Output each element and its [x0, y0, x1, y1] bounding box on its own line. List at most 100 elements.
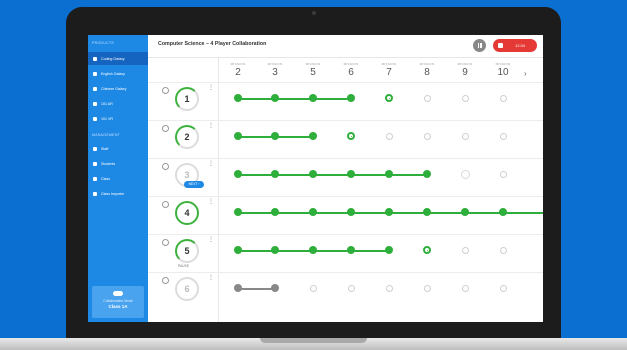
- mission-dot-current[interactable]: [423, 246, 431, 254]
- mission-dot-complete[interactable]: [234, 246, 242, 254]
- mission-dot-pending[interactable]: [385, 284, 393, 292]
- mission-dot-current[interactable]: [347, 132, 355, 140]
- products-heading: PRODUCTS: [92, 41, 115, 45]
- mission-dot-complete[interactable]: [461, 208, 469, 216]
- mission-dot-complete[interactable]: [234, 208, 242, 216]
- mission-dot-complete[interactable]: [385, 170, 393, 178]
- mission-number: 7: [386, 67, 392, 78]
- mission-dot-pending[interactable]: [499, 246, 507, 254]
- mission-dot-complete[interactable]: [385, 246, 393, 254]
- mission-header: MISSION 6: [336, 62, 366, 78]
- mission-dot-complete[interactable]: [309, 208, 317, 216]
- management-icon: [93, 161, 97, 166]
- mission-label: MISSION: [305, 62, 321, 66]
- mission-dot-complete[interactable]: [309, 246, 317, 254]
- sidebar-item-product[interactable]: Chinese Galaxy: [88, 82, 148, 95]
- mission-dot-pending[interactable]: [347, 284, 355, 292]
- collab-mode-label: Collaboration Mode: [103, 299, 133, 303]
- sidebar-item-product[interactable]: English Galaxy: [88, 67, 148, 80]
- gamepad-icon: [113, 291, 123, 296]
- mission-dot-complete[interactable]: [234, 94, 242, 102]
- mission-dot-in-progress[interactable]: [460, 169, 470, 179]
- mission-dot-complete[interactable]: [234, 284, 242, 292]
- row-menu-icon[interactable]: ⋮: [208, 85, 214, 91]
- mission-label: MISSION: [495, 62, 511, 66]
- mission-dot-complete[interactable]: [271, 132, 279, 140]
- mission-dot-complete[interactable]: [347, 208, 355, 216]
- stop-timer-button[interactable]: 12:34: [493, 39, 537, 52]
- sidebar-item-product[interactable]: 101 VR: [88, 112, 148, 125]
- mission-dot-current[interactable]: [385, 94, 393, 102]
- mission-dot-complete[interactable]: [347, 246, 355, 254]
- next-badge[interactable]: NEXT ›: [184, 181, 204, 188]
- row-menu-icon[interactable]: ⋮: [208, 275, 214, 281]
- stop-icon: [498, 43, 503, 48]
- mission-dot-complete[interactable]: [271, 284, 279, 292]
- sidebar-item-management[interactable]: Staff: [88, 142, 148, 155]
- paused-label: PAUSE: [178, 264, 189, 268]
- mission-label: MISSION: [343, 62, 359, 66]
- mission-dot-complete[interactable]: [234, 170, 242, 178]
- mission-dot-complete[interactable]: [309, 94, 317, 102]
- pause-button[interactable]: [473, 39, 486, 52]
- mission-dot-complete[interactable]: [385, 208, 393, 216]
- timer-value: 12:34: [515, 43, 526, 48]
- mission-dot-complete[interactable]: [347, 94, 355, 102]
- mission-dot-pending[interactable]: [461, 94, 469, 102]
- row-menu-icon[interactable]: ⋮: [208, 199, 214, 205]
- mission-dot-pending[interactable]: [499, 170, 507, 178]
- next-missions-arrow-icon[interactable]: ›: [524, 69, 527, 78]
- mission-dot-complete[interactable]: [499, 208, 507, 216]
- mission-dot-complete[interactable]: [309, 170, 317, 178]
- mission-dot-pending[interactable]: [461, 284, 469, 292]
- row-menu-icon[interactable]: ⋮: [208, 161, 214, 167]
- mission-header: MISSION 2: [223, 62, 253, 78]
- mission-dot-pending[interactable]: [423, 132, 431, 140]
- mission-number: 9: [462, 67, 468, 78]
- mission-label: MISSION: [381, 62, 397, 66]
- sidebar-item-label: English Galaxy: [101, 71, 125, 76]
- sidebar-item-management[interactable]: Class Importer: [88, 187, 148, 200]
- collaboration-mode-card[interactable]: Collaboration Mode Class 1A: [92, 286, 144, 318]
- mission-header: MISSION 9: [450, 62, 480, 78]
- mission-dot-pending[interactable]: [385, 132, 393, 140]
- mission-dot-complete[interactable]: [347, 170, 355, 178]
- mission-dot-complete[interactable]: [271, 170, 279, 178]
- mission-number: 8: [424, 67, 430, 78]
- mission-dot-complete[interactable]: [271, 246, 279, 254]
- mission-number: 2: [235, 67, 241, 78]
- mission-dot-pending[interactable]: [499, 132, 507, 140]
- mission-label: MISSION: [457, 62, 473, 66]
- mission-dot-complete[interactable]: [234, 132, 242, 140]
- progress-track: [238, 174, 427, 176]
- mission-dot-complete[interactable]: [271, 208, 279, 216]
- mission-dot-complete[interactable]: [309, 132, 317, 140]
- mission-dot-pending[interactable]: [499, 284, 507, 292]
- mission-dot-pending[interactable]: [423, 284, 431, 292]
- mission-label: MISSION: [230, 62, 246, 66]
- mission-header: MISSION 7: [374, 62, 404, 78]
- laptop-notch: [260, 338, 367, 343]
- team-members-icon: [162, 87, 169, 94]
- product-icon: [93, 71, 97, 76]
- mission-dot-pending[interactable]: [309, 284, 317, 292]
- mission-dot-complete[interactable]: [423, 208, 431, 216]
- progress-track: [238, 288, 275, 290]
- row-menu-icon[interactable]: ⋮: [208, 237, 214, 243]
- team-members-icon: [162, 125, 169, 132]
- mission-dot-pending[interactable]: [461, 246, 469, 254]
- sidebar-item-management[interactable]: Class: [88, 172, 148, 185]
- sidebar-item-management[interactable]: Students: [88, 157, 148, 170]
- team-members-icon: [162, 201, 169, 208]
- mission-dot-pending[interactable]: [461, 132, 469, 140]
- mission-dot-pending[interactable]: [499, 94, 507, 102]
- mission-header: MISSION 5: [298, 62, 328, 78]
- row-menu-icon[interactable]: ⋮: [208, 123, 214, 129]
- sidebar-item-product[interactable]: 101 AR: [88, 97, 148, 110]
- mission-dot-pending[interactable]: [423, 94, 431, 102]
- team-number: 1: [175, 87, 199, 111]
- sidebar-item-label: Students: [101, 161, 116, 166]
- mission-dot-complete[interactable]: [271, 94, 279, 102]
- mission-dot-complete[interactable]: [423, 170, 431, 178]
- sidebar-item-product[interactable]: Coding Galaxy: [88, 52, 148, 65]
